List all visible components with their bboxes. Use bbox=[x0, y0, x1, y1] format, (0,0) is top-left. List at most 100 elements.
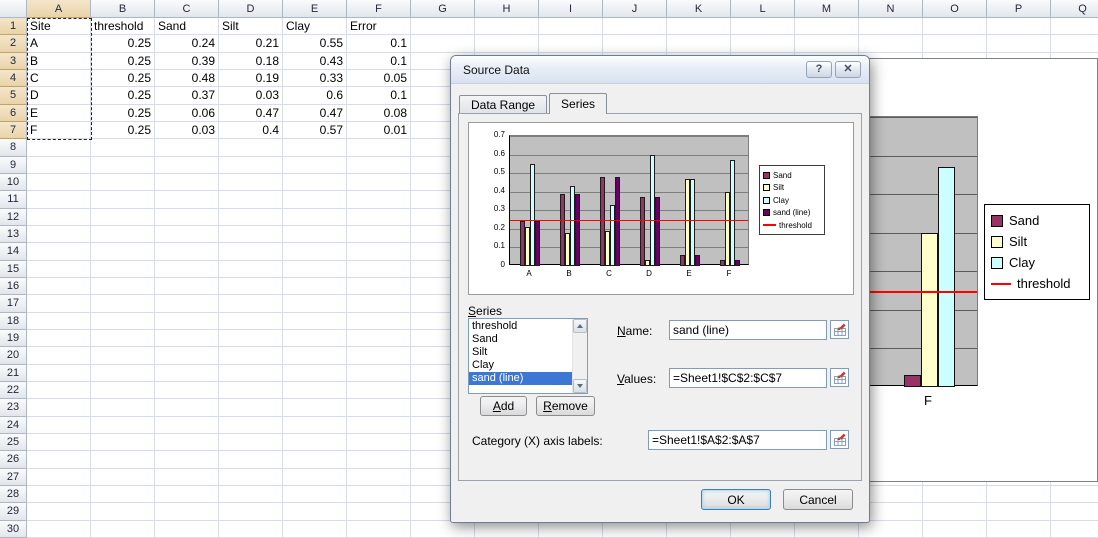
cell-b2[interactable]: 0.25 bbox=[91, 35, 155, 53]
cell-e21[interactable] bbox=[283, 364, 347, 382]
cell-c16[interactable] bbox=[155, 277, 219, 296]
cell-e5[interactable]: 0.6 bbox=[283, 87, 347, 105]
cell-d16[interactable] bbox=[219, 277, 283, 296]
column-header-a[interactable]: A bbox=[27, 0, 91, 18]
row-header-19[interactable]: 19 bbox=[0, 329, 27, 348]
cell-b18[interactable] bbox=[91, 312, 155, 330]
cell-b28[interactable] bbox=[91, 485, 155, 504]
values-range-picker-button[interactable] bbox=[830, 368, 849, 387]
row-header-30[interactable]: 30 bbox=[0, 520, 27, 538]
name-range-picker-button[interactable] bbox=[830, 320, 849, 339]
cell-e23[interactable] bbox=[283, 399, 347, 417]
row-header-8[interactable]: 8 bbox=[0, 139, 27, 157]
row-header-20[interactable]: 20 bbox=[0, 347, 27, 365]
name-input[interactable] bbox=[669, 320, 827, 340]
cell-f20[interactable] bbox=[347, 347, 411, 365]
cell-f7[interactable]: 0.01 bbox=[347, 121, 411, 140]
cell-f6[interactable]: 0.08 bbox=[347, 104, 411, 122]
cell-b6[interactable]: 0.25 bbox=[91, 104, 155, 122]
cell-c13[interactable] bbox=[155, 225, 219, 244]
cell-a28[interactable] bbox=[27, 485, 91, 504]
cell-p30[interactable] bbox=[987, 520, 1051, 538]
worksheet-chart[interactable]: F Sand Silt Clay threshold bbox=[866, 58, 1098, 482]
cell-d6[interactable]: 0.47 bbox=[219, 104, 283, 122]
cell-h2[interactable] bbox=[475, 35, 539, 53]
cell-d20[interactable] bbox=[219, 347, 283, 365]
cell-a7[interactable]: F bbox=[27, 121, 91, 140]
cell-d3[interactable]: 0.18 bbox=[219, 52, 283, 70]
cell-n2[interactable] bbox=[859, 35, 923, 53]
cell-f27[interactable] bbox=[347, 468, 411, 486]
row-header-12[interactable]: 12 bbox=[0, 208, 27, 226]
cell-d17[interactable] bbox=[219, 295, 283, 313]
cell-f30[interactable] bbox=[347, 520, 411, 538]
cell-d15[interactable] bbox=[219, 260, 283, 278]
cell-c23[interactable] bbox=[155, 399, 219, 417]
row-header-2[interactable]: 2 bbox=[0, 35, 27, 53]
cell-a17[interactable] bbox=[27, 295, 91, 313]
cell-a29[interactable] bbox=[27, 503, 91, 521]
cell-o28[interactable] bbox=[923, 485, 987, 504]
cell-e19[interactable] bbox=[283, 329, 347, 348]
series-item-sand[interactable]: Sand bbox=[469, 333, 572, 346]
row-header-3[interactable]: 3 bbox=[0, 52, 27, 70]
cell-g2[interactable] bbox=[411, 35, 475, 53]
column-header-m[interactable]: M bbox=[795, 0, 859, 18]
cell-f17[interactable] bbox=[347, 295, 411, 313]
column-header-l[interactable]: L bbox=[731, 0, 795, 18]
cell-m30[interactable] bbox=[795, 520, 859, 538]
cell-a13[interactable] bbox=[27, 225, 91, 244]
cell-b29[interactable] bbox=[91, 503, 155, 521]
series-item-threshold[interactable]: threshold bbox=[469, 320, 572, 333]
cell-p28[interactable] bbox=[987, 485, 1051, 504]
cell-f14[interactable] bbox=[347, 243, 411, 261]
cell-c3[interactable]: 0.39 bbox=[155, 52, 219, 70]
close-button[interactable]: ✕ bbox=[835, 61, 861, 78]
cell-f12[interactable] bbox=[347, 208, 411, 226]
cell-k30[interactable] bbox=[667, 520, 731, 538]
series-item-sand-line[interactable]: sand (line) bbox=[469, 372, 572, 385]
column-header-k[interactable]: K bbox=[667, 0, 731, 18]
row-header-13[interactable]: 13 bbox=[0, 225, 27, 244]
cell-b9[interactable] bbox=[91, 156, 155, 174]
row-header-25[interactable]: 25 bbox=[0, 433, 27, 452]
cell-c11[interactable] bbox=[155, 191, 219, 209]
column-header-n[interactable]: N bbox=[859, 0, 923, 18]
cell-o29[interactable] bbox=[923, 503, 987, 521]
cell-e30[interactable] bbox=[283, 520, 347, 538]
cell-f16[interactable] bbox=[347, 277, 411, 296]
column-header-j[interactable]: J bbox=[603, 0, 667, 18]
cell-a1[interactable]: Site bbox=[27, 18, 91, 36]
row-header-15[interactable]: 15 bbox=[0, 260, 27, 278]
category-axis-labels-input[interactable] bbox=[648, 430, 827, 450]
cell-d25[interactable] bbox=[219, 433, 283, 452]
cell-c4[interactable]: 0.48 bbox=[155, 69, 219, 88]
cell-b25[interactable] bbox=[91, 433, 155, 452]
cell-d28[interactable] bbox=[219, 485, 283, 504]
cell-d19[interactable] bbox=[219, 329, 283, 348]
cell-f15[interactable] bbox=[347, 260, 411, 278]
cell-b30[interactable] bbox=[91, 520, 155, 538]
row-header-1[interactable]: 1 bbox=[0, 18, 27, 36]
cell-e14[interactable] bbox=[283, 243, 347, 261]
column-header-o[interactable]: O bbox=[923, 0, 987, 18]
cell-d5[interactable]: 0.03 bbox=[219, 87, 283, 105]
cell-d27[interactable] bbox=[219, 468, 283, 486]
cell-e27[interactable] bbox=[283, 468, 347, 486]
column-header-g[interactable]: G bbox=[411, 0, 475, 18]
cell-l30[interactable] bbox=[731, 520, 795, 538]
row-header-11[interactable]: 11 bbox=[0, 191, 27, 209]
cell-a3[interactable]: B bbox=[27, 52, 91, 70]
cell-a25[interactable] bbox=[27, 433, 91, 452]
row-header-5[interactable]: 5 bbox=[0, 87, 27, 105]
cell-k1[interactable] bbox=[667, 18, 731, 36]
series-listbox[interactable]: threshold Sand Silt Clay sand (line) bbox=[468, 318, 588, 394]
series-item-clay[interactable]: Clay bbox=[469, 359, 572, 372]
ok-button[interactable]: OK bbox=[701, 489, 771, 510]
cell-c15[interactable] bbox=[155, 260, 219, 278]
cell-i1[interactable] bbox=[539, 18, 603, 36]
cell-a30[interactable] bbox=[27, 520, 91, 538]
column-header-c[interactable]: C bbox=[155, 0, 219, 18]
cell-f13[interactable] bbox=[347, 225, 411, 244]
cell-a21[interactable] bbox=[27, 364, 91, 382]
